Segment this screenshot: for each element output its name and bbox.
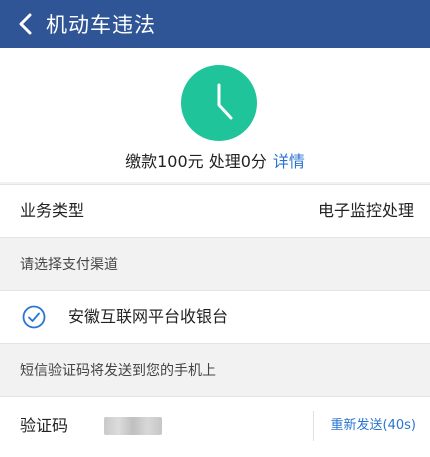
payment-channel-option[interactable]: 安徽互联网平台收银台 — [0, 290, 430, 344]
business-type-value: 电子监控处理 — [317, 201, 414, 220]
verification-code-label: 验证码 — [20, 416, 69, 435]
payment-channel-label: 安徽互联网平台收银台 — [68, 307, 229, 326]
payment-channel-hint: 请选择支付渠道 — [20, 257, 118, 273]
check-circle-icon[interactable] — [22, 305, 46, 329]
verification-code-row: 验证码 重新发送(40s) — [0, 396, 430, 457]
fine-status-text: 缴款100元 处理0分 — [125, 152, 267, 171]
business-type-label: 业务类型 — [20, 201, 85, 220]
back-button[interactable] — [8, 0, 42, 48]
chevron-left-icon — [19, 13, 32, 35]
divider — [313, 411, 314, 441]
sms-hint: 短信验证码将发送到您的手机上 — [20, 363, 216, 379]
detail-link[interactable]: 详情 — [273, 152, 305, 171]
page-title: 机动车违法 — [46, 13, 156, 37]
resend-button[interactable]: 重新发送(40s) — [331, 397, 416, 455]
clock-icon — [181, 65, 257, 141]
masked-code-value — [104, 417, 162, 435]
payment-summary: 缴款100元 处理0分 详情 — [0, 48, 430, 182]
business-type-row: 业务类型 电子监控处理 — [0, 184, 430, 238]
summary-line: 缴款100元 处理0分 详情 — [0, 148, 430, 172]
app-header: 机动车违法 — [0, 0, 430, 48]
